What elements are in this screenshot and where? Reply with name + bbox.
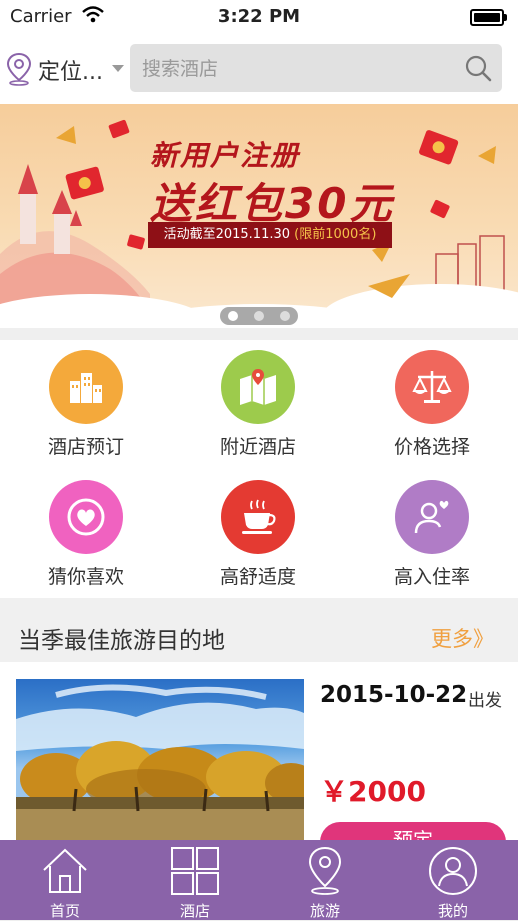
clock: 3:22 PM — [217, 6, 301, 27]
tab-travel[interactable]: 旅游 — [260, 840, 390, 920]
carousel-indicator[interactable] — [220, 307, 298, 325]
location-selector[interactable]: 定位... — [6, 50, 126, 86]
grid-item-label: 酒店预订 — [47, 436, 124, 458]
scale-icon — [395, 350, 469, 424]
section-title: 当季最佳旅游目的地 — [18, 628, 225, 654]
grid-item-label: 高舒适度 — [219, 566, 296, 588]
tab-label: 旅游 — [309, 902, 340, 920]
location-pin-icon — [308, 846, 342, 895]
grid-item-comfort[interactable]: 高舒适度 — [172, 470, 344, 594]
grid-icon — [171, 847, 219, 895]
tab-label: 首页 — [49, 902, 80, 920]
tab-bar: 首页 酒店 旅游 我的 — [0, 840, 518, 920]
search-icon[interactable] — [464, 54, 492, 82]
tab-label: 酒店 — [179, 902, 210, 920]
location-label: 定位... — [38, 60, 103, 85]
grid-item-label: 附近酒店 — [219, 436, 296, 458]
destination-card[interactable]: 2015-10-22 出发 ￥2000 预定 — [0, 662, 518, 866]
heart-icon — [49, 480, 123, 554]
grid-item-occupancy[interactable]: 高入住率 — [346, 470, 518, 594]
coffee-cup-icon — [221, 480, 295, 554]
search-box[interactable] — [130, 44, 502, 92]
grid-item-hotel-booking[interactable]: 酒店预订 — [0, 340, 172, 464]
grid-item-label: 价格选择 — [393, 436, 470, 458]
location-pin-icon — [6, 52, 32, 86]
status-bar: Carrier 3:22 PM — [0, 0, 518, 34]
grid-item-price-filter[interactable]: 价格选择 — [346, 340, 518, 464]
departure-date: 2015-10-22 — [320, 682, 468, 708]
person-heart-icon — [395, 480, 469, 554]
grid-item-label: 猜你喜欢 — [47, 566, 124, 588]
ribbon-highlight: (限前1000名) — [294, 227, 377, 242]
map-pin-icon — [221, 350, 295, 424]
carousel-dot-3[interactable] — [280, 311, 290, 321]
grid-item-nearby-hotels[interactable]: 附近酒店 — [172, 340, 344, 464]
carousel-dot-2[interactable] — [254, 311, 264, 321]
tab-label: 我的 — [437, 902, 468, 920]
section-header: 当季最佳旅游目的地 更多》 — [0, 598, 518, 662]
price: ￥2000 — [320, 775, 426, 808]
top-bar: 定位... — [0, 34, 518, 104]
battery-icon — [470, 9, 507, 26]
category-grid: 酒店预订 附近酒店 价格选择 猜你喜欢 高舒适度 高入住率 — [0, 340, 518, 598]
banner-ribbon: 活动截至2015.11.30 (限前1000名) — [148, 222, 392, 248]
destination-photo — [16, 679, 304, 842]
tab-home[interactable]: 首页 — [0, 840, 130, 920]
grid-item-label: 高入住率 — [393, 566, 470, 588]
hotel-buildings-icon — [49, 350, 123, 424]
banner-headline: 新用户注册 — [150, 139, 301, 172]
more-link[interactable]: 更多》 — [431, 623, 494, 653]
tab-hotel[interactable]: 酒店 — [130, 840, 260, 920]
home-icon — [43, 848, 87, 893]
chevron-down-icon — [112, 65, 124, 72]
tab-profile[interactable]: 我的 — [388, 840, 518, 920]
promo-banner[interactable]: 新用户注册 送红包30元 活动截至2015.11.30 (限前1000名) — [0, 104, 518, 328]
search-input[interactable] — [140, 52, 454, 86]
departure-label: 出发 — [468, 691, 502, 711]
user-icon — [429, 847, 477, 895]
ribbon-text: 活动截至2015.11.30 — [163, 227, 291, 242]
grid-item-recommended[interactable]: 猜你喜欢 — [0, 470, 172, 594]
carousel-dot-1[interactable] — [228, 311, 238, 321]
